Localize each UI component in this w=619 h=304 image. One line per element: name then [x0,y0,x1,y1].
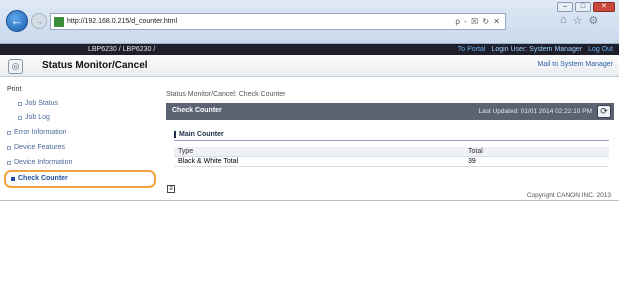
breadcrumb: Status Monitor/Cancel: Check Counter [166,91,286,98]
expand-collapse-icon[interactable]: ≡ [167,185,175,193]
sidebar-item-label: Device Features [14,144,65,151]
address-tools[interactable]: ρ - ☒ ↻ ✕ [455,17,501,26]
table-row: Black & White Total 39 [174,157,609,167]
column-header-total: Total [468,148,483,155]
back-arrow-icon[interactable]: ← [6,10,28,32]
section-title: Main Counter [174,131,224,138]
copyright: Copyright CANON INC. 2013 [526,192,611,199]
window-controls: – □ ✕ [557,2,615,12]
home-icon[interactable]: ⌂ [560,14,567,27]
browser-chrome: – □ ✕ ← → http://192.168.0.215/d_counter… [0,0,619,44]
sidebar-item-device-information[interactable]: Device Information [7,159,72,166]
sidebar-item-error-information[interactable]: Error Information [7,129,67,136]
section-divider [174,140,609,141]
refresh-icon[interactable]: ⟳ [597,105,611,118]
to-portal-link[interactable]: To Portal [458,44,486,55]
address-url: http://192.168.0.215/d_counter.html [67,18,178,25]
sidebar-item-label: Job Log [25,114,50,121]
bullet-icon [18,101,22,106]
sidebar-item-label: Error Information [14,129,67,136]
top-bar: LBP6230 / LBP6230 / To Portal Login User… [0,44,619,55]
bullet-icon [7,160,11,165]
close-icon[interactable]: ✕ [593,2,615,12]
star-icon[interactable]: ☆ [573,14,583,27]
sidebar-item-label: Device Information [14,159,73,166]
browser-toolbar: ⌂ ☆ ⚙ [560,14,598,27]
mail-system-manager-link[interactable]: Mail to System Manager [538,61,613,68]
content-divider [0,200,619,201]
row-total: 39 [468,158,476,165]
check-counter-highlight [4,170,156,188]
sidebar-section-print: Print [7,86,22,93]
bullet-icon [18,115,22,120]
maximize-icon[interactable]: □ [575,2,591,12]
bullet-icon [7,130,11,135]
page-header: ◎ Status Monitor/Cancel Mail to System M… [0,55,619,77]
printer-model: LBP6230 / LBP6230 / [88,46,156,53]
sidebar-item-label: Job Status [25,100,59,107]
logout-link[interactable]: Log Out [588,44,613,55]
address-bar[interactable]: http://192.168.0.215/d_counter.html ρ - … [50,13,506,30]
login-user: Login User: System Manager [491,46,583,53]
sidebar: Print Job Status Job Log Error Informati… [0,77,154,304]
panel-header: Check Counter Last Updated: 01/01 2014 0… [166,103,614,120]
last-updated: Last Updated: 01/01 2014 02:22:10 PM [478,108,592,115]
gear-icon[interactable]: ⚙ [589,14,599,27]
page-title: Status Monitor/Cancel [42,60,148,71]
column-header-type: Type [178,148,194,155]
sidebar-item-device-features[interactable]: Device Features [7,144,65,151]
table-header-row: Type Total [174,147,609,157]
bullet-icon [7,145,11,150]
minimize-icon[interactable]: – [557,2,573,12]
main-content: Status Monitor/Cancel: Check Counter Che… [158,77,619,227]
forward-arrow-icon[interactable]: → [31,13,47,29]
monitor-icon: ◎ [8,59,23,74]
sidebar-item-job-log[interactable]: Job Log [18,114,50,121]
row-type: Black & White Total [178,158,239,165]
counter-table: Type Total Black & White Total 39 [174,147,609,167]
site-icon [54,16,64,27]
panel-title: Check Counter [172,107,222,114]
sidebar-item-job-status[interactable]: Job Status [18,100,58,107]
